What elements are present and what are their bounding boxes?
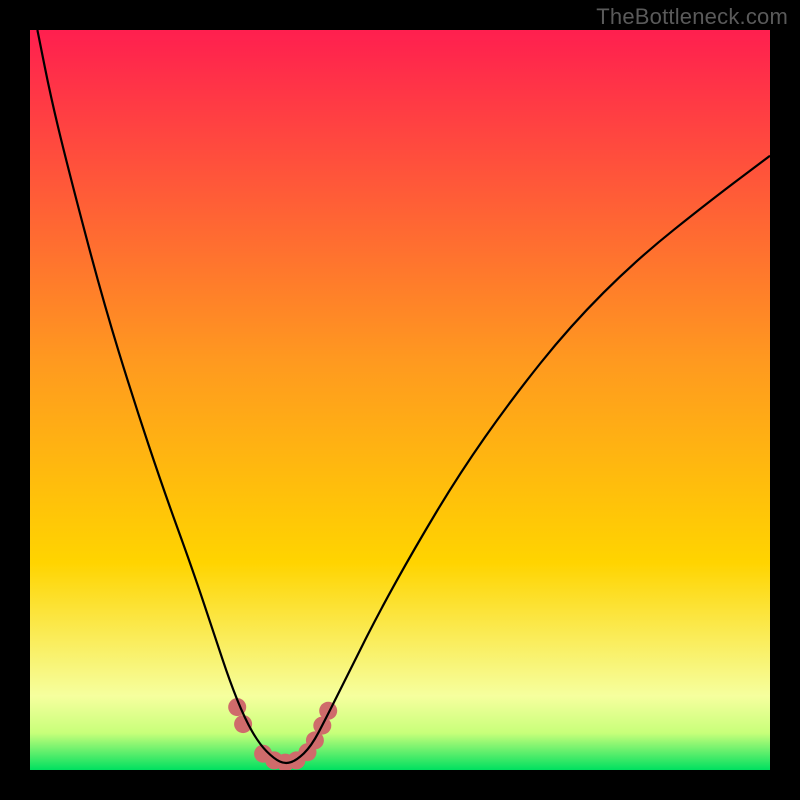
gradient-background <box>30 30 770 770</box>
outer-frame: TheBottleneck.com <box>0 0 800 800</box>
chart-plot-area <box>30 30 770 770</box>
highlight-marker <box>319 702 337 720</box>
watermark-text: TheBottleneck.com <box>596 4 788 30</box>
bottleneck-chart <box>30 30 770 770</box>
